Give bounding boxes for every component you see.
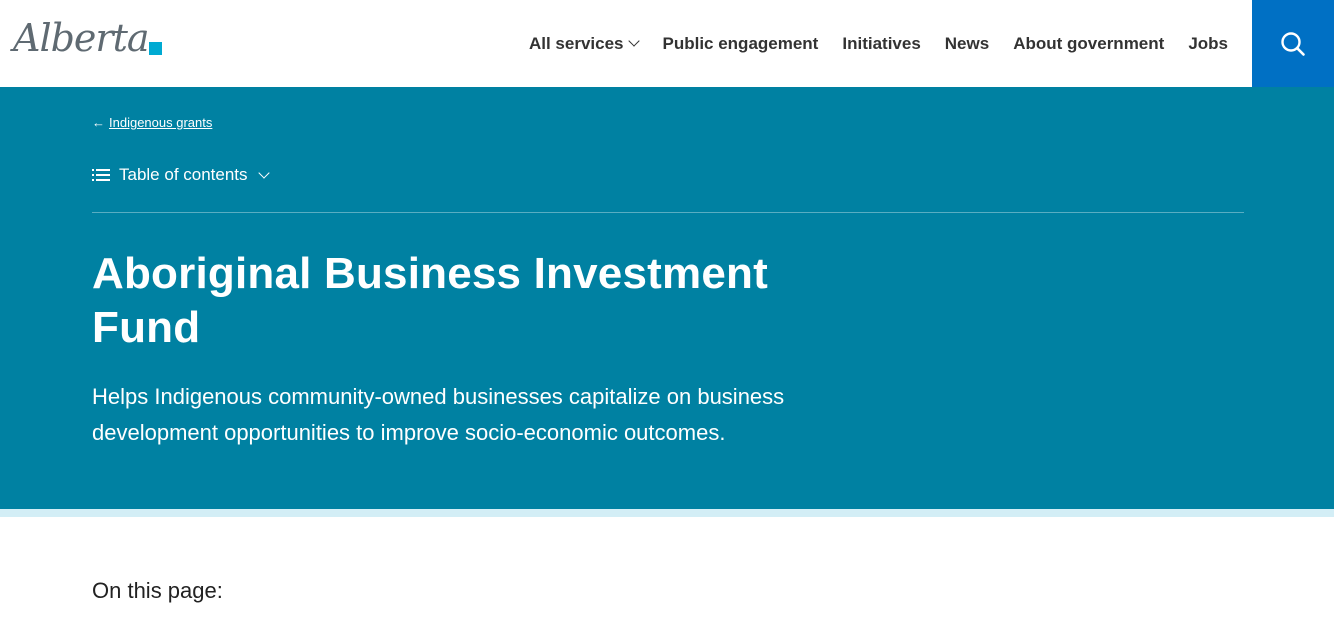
hero-banner: ← Indigenous grants Table of contents Ab… bbox=[0, 87, 1334, 509]
arrow-left-icon: ← bbox=[92, 115, 105, 130]
nav-public-engagement[interactable]: Public engagement bbox=[650, 34, 830, 54]
nav-all-services-label: All services bbox=[528, 33, 624, 53]
hero-divider bbox=[92, 212, 1244, 213]
list-icon bbox=[92, 169, 110, 181]
back-link-label: Indigenous grants bbox=[109, 115, 213, 130]
page-title: Aboriginal Business Investment Fund bbox=[92, 249, 768, 352]
nav-jobs[interactable]: Jobs bbox=[1176, 34, 1228, 54]
logo-accent-square bbox=[149, 42, 162, 55]
search-button[interactable] bbox=[1252, 0, 1334, 87]
alberta-logo[interactable]: Alberta bbox=[13, 16, 165, 66]
hero-bottom-stripe bbox=[0, 509, 1334, 517]
back-link[interactable]: ← Indigenous grants bbox=[92, 115, 212, 130]
site-header: Alberta All services Public engagement I… bbox=[0, 0, 1334, 87]
nav-all-services[interactable]: All services bbox=[517, 34, 651, 54]
chevron-down-icon bbox=[257, 166, 270, 179]
toc-label: Table of contents bbox=[119, 165, 248, 184]
search-icon bbox=[1281, 31, 1305, 56]
page-lead: Helps Indigenous community-owned busines… bbox=[92, 384, 785, 445]
on-this-page-heading: On this page: bbox=[92, 578, 223, 603]
logo-wordmark: Alberta bbox=[13, 16, 149, 60]
nav-news[interactable]: News bbox=[933, 34, 1001, 54]
main-nav: All services Public engagement Initiativ… bbox=[517, 0, 1228, 87]
chevron-down-icon bbox=[628, 35, 641, 47]
table-of-contents-toggle[interactable]: Table of contents bbox=[92, 165, 270, 185]
nav-about-government[interactable]: About government bbox=[1001, 34, 1176, 54]
nav-initiatives[interactable]: Initiatives bbox=[830, 34, 932, 54]
